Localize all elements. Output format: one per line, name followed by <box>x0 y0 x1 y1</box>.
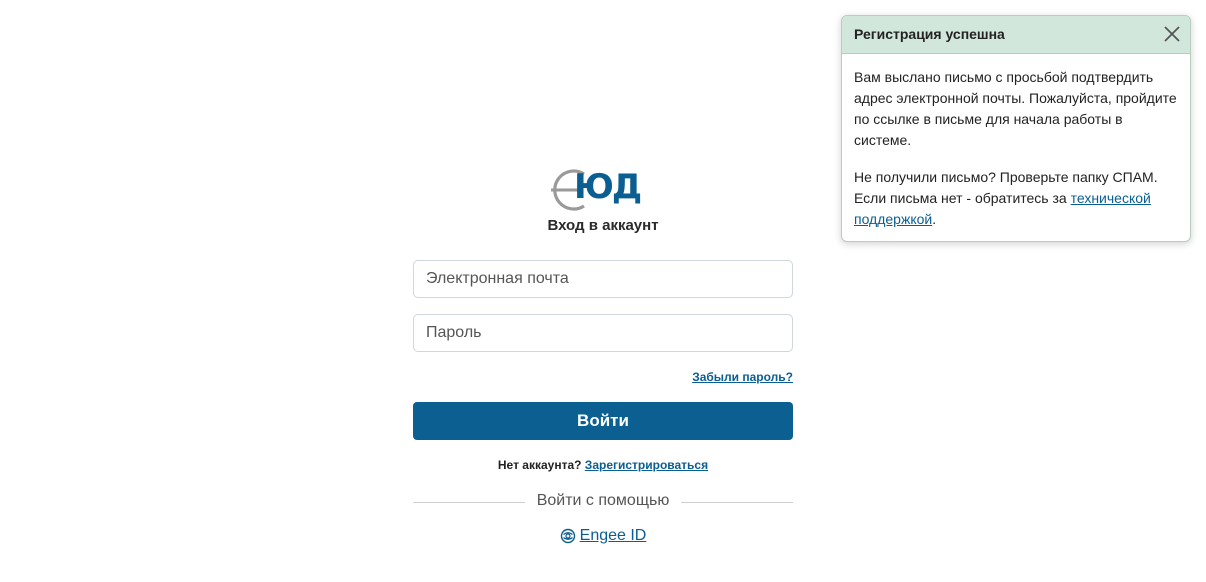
logo-text: ЮД <box>574 167 642 207</box>
password-field[interactable] <box>414 315 790 351</box>
toast-body: Вам выслано письмо с просьбой подтвердит… <box>842 54 1190 230</box>
register-line: Нет аккаунта? Зарегистрироваться <box>413 458 793 472</box>
login-page: ЮД Вход в аккаунт Забыли пароль? Войти Н… <box>0 0 1206 582</box>
no-account-text: Нет аккаунта? <box>497 458 582 472</box>
password-field-wrapper <box>413 314 793 352</box>
login-button[interactable]: Войти <box>413 402 793 440</box>
engee-icon <box>560 528 575 544</box>
toast-header: Регистрация успешна <box>842 16 1190 54</box>
page-title: Вход в аккаунт <box>547 217 659 234</box>
engee-login: Engee ID <box>413 527 793 549</box>
forgot-password-link[interactable]: Забыли пароль? <box>692 370 793 384</box>
divider-text: Войти с помощью <box>536 492 670 509</box>
toast-paragraph-2: Не получили письмо? Проверьте папку СПАМ… <box>854 167 1178 230</box>
registration-toast: Регистрация успешна Вам выслано письмо с… <box>841 15 1191 242</box>
register-link[interactable]: Зарегистрироваться <box>585 458 708 472</box>
logo: ЮД <box>548 166 660 212</box>
email-field-wrapper <box>413 260 793 298</box>
close-icon[interactable] <box>1162 24 1182 44</box>
email-field[interactable] <box>414 261 790 297</box>
toast-title: Регистрация успешна <box>854 26 1005 42</box>
toast-paragraph-2-suffix: . <box>932 211 937 227</box>
engee-id-link[interactable]: Engee ID <box>560 527 647 545</box>
login-with-divider: Войти с помощью <box>413 492 793 512</box>
divider-line-right <box>681 502 793 503</box>
engee-id-label: Engee ID <box>579 527 647 544</box>
toast-paragraph-1: Вам выслано письмо с просьбой подтвердит… <box>854 69 1177 148</box>
